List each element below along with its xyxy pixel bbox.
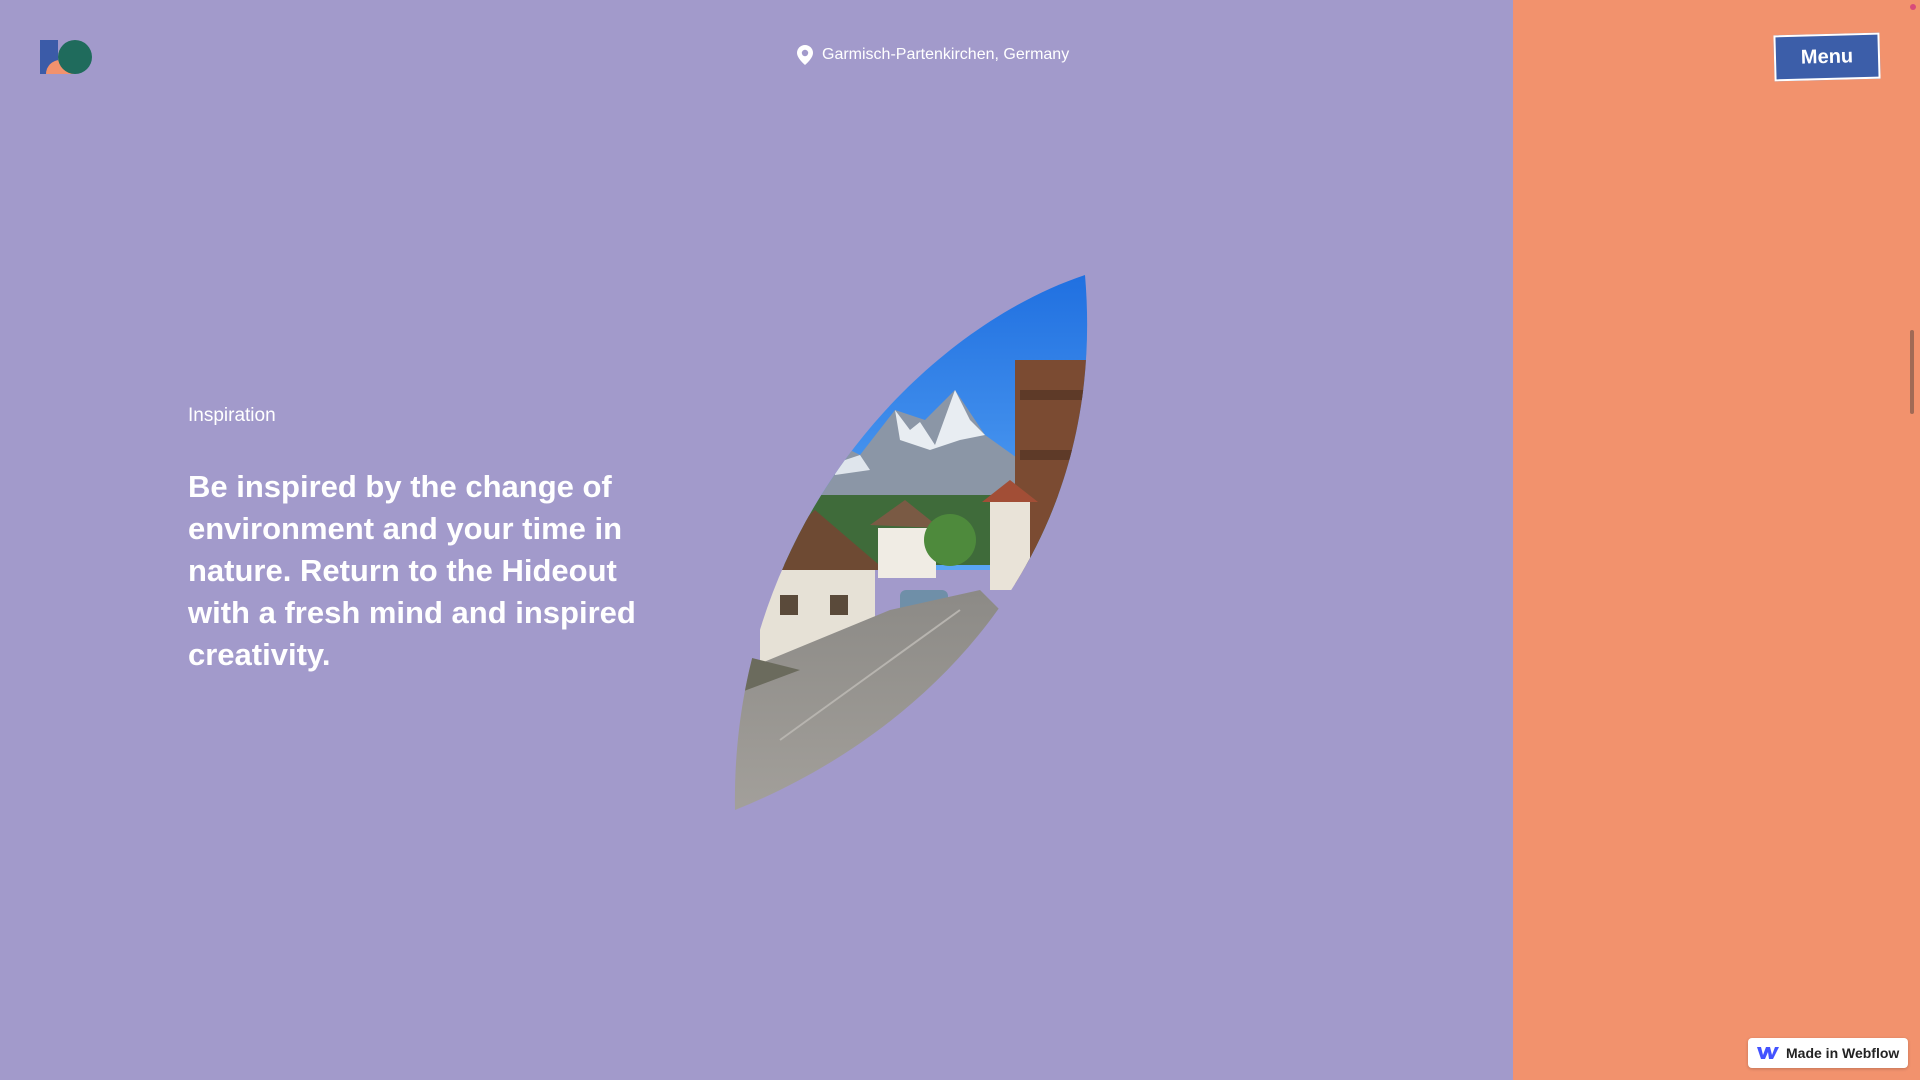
section-eyebrow: Inspiration: [188, 405, 276, 426]
webflow-icon: [1756, 1045, 1780, 1061]
right-panel: [1513, 0, 1920, 1080]
page: Garmisch-Partenkirchen, Germany Menu Ins…: [0, 0, 1920, 1080]
menu-button[interactable]: Menu: [1773, 32, 1881, 82]
scrollbar-thumb[interactable]: [1910, 330, 1914, 414]
hero-headline: Be inspired by the change of environment…: [188, 469, 636, 672]
corner-dot: [1910, 4, 1916, 10]
location-text: Garmisch-Partenkirchen, Germany: [822, 46, 1070, 63]
hideout-logo-icon[interactable]: [38, 38, 94, 76]
location: Garmisch-Partenkirchen, Germany: [796, 44, 1069, 66]
made-in-webflow-badge[interactable]: Made in Webflow: [1748, 1038, 1908, 1068]
map-pin-icon: [796, 44, 814, 66]
village-mountain-photo: [720, 270, 1100, 815]
webflow-badge-label: Made in Webflow: [1786, 1045, 1900, 1061]
